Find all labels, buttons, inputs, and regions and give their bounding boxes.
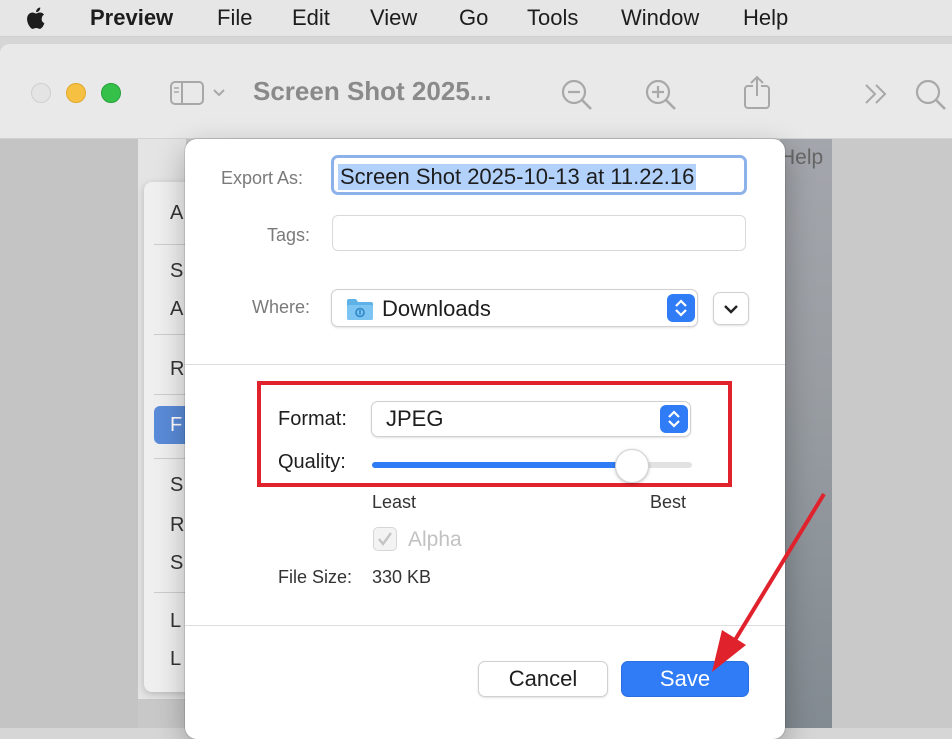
minimize-window-button[interactable] (66, 83, 86, 103)
background-menu-item: S (170, 474, 184, 496)
where-value: Downloads (382, 296, 491, 321)
format-value: JPEG (386, 406, 444, 431)
quality-slider-knob[interactable] (615, 449, 650, 483)
quality-label: Quality: (278, 451, 346, 473)
where-label: Where: (252, 297, 311, 317)
where-popup[interactable]: Downloads (331, 289, 698, 327)
menu-app-name[interactable]: Preview (90, 5, 173, 31)
export-as-field[interactable]: Screen Shot 2025-10-13 at 11.22.16 (331, 155, 747, 195)
cancel-button[interactable]: Cancel (478, 661, 608, 697)
document-image (780, 139, 832, 728)
window-title: Screen Shot 2025... (253, 76, 492, 106)
background-menu-item: A (170, 202, 184, 224)
background-menu-item: R (170, 514, 185, 536)
file-size-label: File Size: (278, 567, 353, 587)
quality-slider-fill (372, 462, 632, 468)
up-down-chevron-icon (675, 299, 687, 317)
close-window-button[interactable] (31, 83, 51, 103)
up-down-chevron-icon (668, 410, 680, 428)
document-margin-right (832, 139, 952, 728)
menu-edit[interactable]: Edit (292, 5, 330, 31)
tags-field[interactable] (332, 215, 746, 251)
background-menu-item: F (170, 414, 183, 436)
menu-separator (154, 244, 188, 245)
background-menu-item: A (170, 298, 184, 320)
folder-icon (347, 299, 373, 320)
background-menu-item: L (170, 648, 182, 670)
menu-tools[interactable]: Tools (527, 5, 578, 31)
menu-separator (154, 394, 188, 395)
menu-go[interactable]: Go (459, 5, 488, 31)
apple-logo-icon[interactable] (24, 5, 50, 31)
window-toolbar: Screen Shot 2025... (0, 44, 952, 139)
export-as-label: Export As: (221, 168, 304, 188)
zoom-out-icon[interactable] (560, 78, 594, 112)
alpha-label: Alpha (408, 528, 462, 551)
export-as-value: Screen Shot 2025-10-13 at 11.22.16 (338, 164, 697, 190)
menu-separator (154, 458, 188, 459)
tags-label: Tags: (267, 225, 311, 245)
save-button[interactable]: Save (621, 661, 749, 697)
footer-divider (185, 625, 785, 626)
expand-browser-button[interactable] (713, 292, 749, 325)
background-menu-item: S (170, 552, 184, 574)
zoom-in-icon[interactable] (644, 78, 678, 112)
quality-slider[interactable] (372, 449, 692, 483)
background-menu-item: S (170, 260, 184, 282)
sidebar-toggle-icon[interactable] (168, 78, 228, 108)
menu-view[interactable]: View (370, 5, 417, 31)
format-label: Format: (278, 408, 347, 430)
menu-bar: Preview File Edit View Go Tools Window H… (0, 0, 952, 37)
checkmark-icon (378, 532, 392, 546)
quality-max-label: Best (650, 492, 687, 512)
share-icon[interactable] (741, 74, 773, 112)
menu-help[interactable]: Help (743, 5, 788, 31)
quality-min-label: Least (372, 492, 417, 512)
where-popup-stepper (667, 294, 695, 322)
section-divider (185, 364, 785, 365)
chevron-down-icon (724, 305, 738, 314)
menu-window[interactable]: Window (621, 5, 699, 31)
format-popup-stepper (660, 405, 688, 433)
background-menu-item: R (170, 358, 185, 380)
export-sheet: Export As: Screen Shot 2025-10-13 at 11.… (185, 139, 785, 739)
zoom-window-button[interactable] (101, 83, 121, 103)
alpha-checkbox[interactable] (373, 527, 397, 551)
search-icon[interactable] (914, 78, 948, 112)
menu-file[interactable]: File (217, 5, 252, 31)
background-menu-item: L (170, 610, 182, 632)
menu-separator (154, 334, 188, 335)
background-file-menu: A S A R F S R S L L (144, 182, 188, 692)
format-popup[interactable]: JPEG (371, 401, 691, 437)
document-margin-left (0, 139, 138, 728)
background-help-menu: Help (780, 146, 824, 169)
more-tools-icon[interactable] (862, 82, 890, 106)
file-size-value: 330 KB (372, 567, 432, 587)
menu-separator (154, 592, 188, 593)
